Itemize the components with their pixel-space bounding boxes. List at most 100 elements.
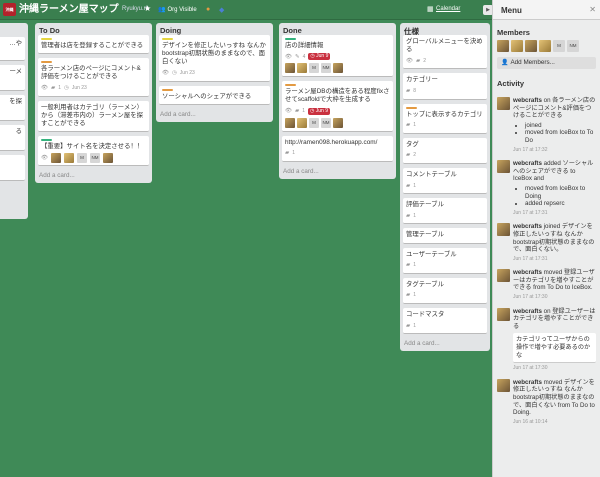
list-item[interactable]: ラーメン屋DBの構造をある程度fixさせてscaffoldで大枠を生成する 👁 … [282, 81, 393, 132]
avatar[interactable] [333, 117, 343, 128]
avatar[interactable] [333, 63, 343, 74]
comment-icon: ▰ [415, 57, 421, 64]
activity-heading: Activity [497, 79, 525, 88]
members-list: M NM [493, 40, 600, 52]
avatar[interactable] [497, 307, 510, 321]
list-title[interactable]: 仕様 [400, 23, 490, 36]
sidebar-title: Menu [493, 0, 600, 20]
list-item[interactable]: 【重要】サイト名を決定させる！！ 👁 M NM [38, 136, 149, 167]
group-icon: 👥 [158, 7, 166, 13]
comment-icon: ▰ [294, 108, 300, 114]
add-members-button[interactable]: 👤 Add Members... [497, 57, 596, 69]
avatar[interactable] [511, 40, 523, 52]
members-heading: Members [497, 28, 530, 37]
list-item[interactable]: コードマスタ ▰ 1 [403, 308, 487, 335]
calendar-link[interactable]: Calendar [436, 6, 460, 12]
avatar[interactable] [497, 269, 510, 283]
comment-icon: ▰ [406, 88, 411, 94]
list-item[interactable]: タグ ▰ 2 [403, 137, 487, 165]
avatar[interactable] [497, 223, 510, 237]
avatar[interactable]: M [76, 152, 87, 163]
comment-icon: ▰ [406, 212, 411, 219]
card-labels [41, 61, 146, 64]
avatar[interactable]: M [553, 40, 565, 52]
avatar[interactable] [63, 152, 74, 163]
list-item[interactable]: 評価テーブル ▰ 1 [403, 198, 487, 225]
card-labels [41, 38, 146, 40]
list-item[interactable]: 各ラーメン店のページにコメント&評価をつけることができる 👁 ▰ 1 ◷ Jun 2… [38, 58, 149, 97]
clock-icon: ◷ [64, 85, 69, 91]
list-title[interactable]: Done [279, 23, 396, 35]
avatar[interactable]: M [309, 63, 319, 74]
list-partial: …や ーメ を探 る [0, 23, 28, 219]
list-item[interactable]: ソーシャルへのシェアができる [159, 85, 270, 105]
avatar[interactable]: M [309, 117, 319, 128]
list-item[interactable]: 管理テーブル [403, 228, 487, 244]
avatar[interactable] [539, 40, 551, 52]
list-title[interactable]: Doing [156, 23, 273, 35]
board-title[interactable]: 沖縄ラーメン屋マップ [19, 3, 119, 16]
avatar[interactable]: NM [321, 63, 331, 74]
avatar[interactable] [497, 97, 510, 110]
list-item[interactable]: ーメ [0, 65, 25, 91]
avatar[interactable] [297, 117, 307, 128]
card-labels [285, 84, 390, 87]
star-icon[interactable]: ★ [144, 4, 151, 13]
list-spec: 仕様 グローバルメニューを決める 👁 ▰ 2 カテゴリー ▰ 8 トップに表示するカテ… [400, 23, 490, 352]
list-item[interactable]: http://ramen098.herokuapp.com/ ▰ 1 [282, 135, 393, 162]
avatar[interactable] [525, 40, 537, 52]
comment-icon: ▰ [406, 152, 411, 159]
list-item[interactable]: グローバルメニューを決める 👁 ▰ 2 [403, 35, 487, 70]
card-labels [406, 106, 484, 109]
list-item[interactable]: ユーザーテーブル ▰ 1 [403, 247, 487, 274]
list-doing: Doing デザインを修正したいっすね なんかbootstrap初期状態のままな… [156, 23, 273, 122]
list-item[interactable]: る [0, 125, 25, 151]
menu-sidebar: Menu ✕ Members M NM 👤 Add Members... Acti… [492, 0, 600, 477]
list-item[interactable]: を探 [0, 95, 25, 121]
visibility-button[interactable]: 👥 Org Visible [158, 6, 197, 13]
avatar[interactable]: NM [89, 152, 100, 163]
avatar[interactable] [50, 152, 61, 163]
list-done: Done 店の詳細情報 👁 ✎ 4 ◷ Jun 9 M NM ラーメン屋DBの構造… [279, 23, 396, 179]
eye-icon: 👁 [41, 154, 48, 161]
list-item[interactable] [0, 155, 25, 181]
label-icon[interactable]: ● [206, 6, 210, 13]
comment-icon: ▰ [406, 322, 411, 329]
avatar[interactable] [497, 378, 510, 392]
list-item[interactable]: トップに表示するカテゴリ ▰ 1 [403, 103, 487, 134]
list-title[interactable]: To Do [35, 23, 152, 35]
list-item[interactable]: タグテーブル ▰ 1 [403, 277, 487, 305]
activity-item: webcrafts on 各ラーメン店のページにコメント&評価をつけることができ… [493, 97, 600, 154]
avatar[interactable]: NM [321, 117, 331, 128]
avatar[interactable] [497, 160, 510, 174]
add-card-button[interactable]: Add a card... [400, 338, 490, 351]
avatar[interactable] [297, 63, 307, 74]
add-card-button[interactable]: Add a card... [35, 170, 152, 183]
list-item[interactable]: カテゴリー ▰ 8 [403, 73, 487, 100]
eye-icon: 👁 [285, 108, 292, 114]
person-add-icon: 👤 [501, 60, 509, 66]
list-item[interactable]: 一般利用者はカテゴリ（ラーメン）から（滞差市内の）ラーメン屋を探すことができる [38, 100, 149, 133]
avatar[interactable] [102, 152, 113, 163]
eye-icon: 👁 [162, 70, 169, 76]
board-logo[interactable]: 沖縄 [3, 3, 16, 16]
avatar[interactable] [285, 63, 295, 74]
list-item[interactable]: 管理者は店を登録することができる [38, 35, 149, 55]
avatar[interactable] [285, 117, 295, 128]
avatar[interactable]: NM [567, 40, 579, 52]
list-item[interactable]: 店の詳細情報 👁 ✎ 4 ◷ Jun 9 M NM [282, 35, 393, 78]
eye-icon: 👁 [41, 85, 48, 91]
add-card-button[interactable]: Add a card... [156, 109, 273, 122]
comment-icon: ▰ [50, 85, 56, 91]
label-icon[interactable]: ◆ [219, 6, 224, 14]
list-item[interactable]: コメントテーブル ▰ 1 [403, 168, 487, 195]
list-item[interactable]: …や [0, 37, 25, 61]
comment-icon: ▰ [406, 292, 411, 299]
add-card-button[interactable]: Add a card... [279, 166, 396, 179]
avatar[interactable] [497, 40, 509, 52]
activity-item: webcrafts added ソーシャルへのシェアができる to IceBox… [493, 160, 600, 217]
card-labels [285, 38, 390, 40]
activity-item: webcrafts moved デザインを修正したいっすね なんか bootst… [493, 378, 600, 427]
list-item[interactable]: デザインを修正したいっすね なんかbootstrap初期状態のままなので、面白く… [159, 35, 270, 82]
close-icon[interactable]: ✕ [589, 5, 596, 14]
